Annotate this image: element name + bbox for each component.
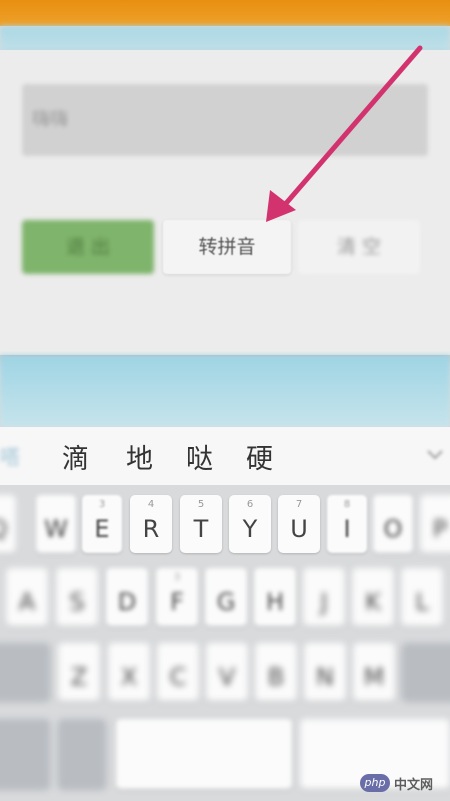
backspace-key[interactable] bbox=[402, 643, 450, 701]
candidate-bar: 嗒 滴 地 哒 硬 bbox=[0, 427, 450, 485]
key-y[interactable]: 6 Y bbox=[229, 495, 271, 553]
key-o[interactable]: O bbox=[373, 495, 413, 553]
key-h[interactable]: H bbox=[254, 568, 296, 626]
key-v[interactable]: V bbox=[206, 643, 248, 701]
exit-button[interactable]: 退 出 bbox=[22, 220, 154, 274]
key-f[interactable]: 3 F bbox=[156, 568, 198, 626]
key-g[interactable]: G bbox=[205, 568, 247, 626]
candidate-word-3[interactable]: 哒 bbox=[186, 437, 213, 476]
key-z[interactable]: Z bbox=[58, 643, 100, 701]
convert-pinyin-button[interactable]: 转拼音 bbox=[163, 220, 291, 274]
space-key[interactable] bbox=[116, 719, 292, 789]
key-a[interactable]: A bbox=[6, 568, 48, 626]
key-q[interactable]: Q bbox=[0, 495, 16, 553]
key-p[interactable]: P bbox=[420, 495, 450, 553]
candidate-word-2[interactable]: 地 bbox=[126, 437, 153, 476]
candidate-word-1[interactable]: 滴 bbox=[62, 437, 89, 476]
key-l[interactable]: L bbox=[401, 568, 443, 626]
key-m[interactable]: M bbox=[353, 643, 395, 701]
background-band bbox=[0, 355, 450, 427]
globe-key[interactable] bbox=[58, 719, 106, 789]
top-bar bbox=[0, 0, 450, 26]
key-b[interactable]: B bbox=[255, 643, 297, 701]
text-input-field[interactable]: 嗨嗨 bbox=[22, 84, 428, 156]
key-k[interactable]: K bbox=[352, 568, 394, 626]
key-r[interactable]: 4 R bbox=[130, 495, 172, 553]
candidate-word-4[interactable]: 硬 bbox=[246, 437, 273, 476]
key-s[interactable]: S bbox=[56, 568, 98, 626]
shift-key[interactable] bbox=[0, 643, 50, 701]
key-e[interactable]: 3 E bbox=[82, 495, 122, 553]
watermark-text: 中文网 bbox=[394, 778, 434, 793]
key-x[interactable]: X bbox=[108, 643, 150, 701]
key-d[interactable]: D bbox=[106, 568, 148, 626]
clear-button[interactable]: 清 空 bbox=[298, 220, 420, 274]
keyboard: Q W 3 E 4 R 5 T 6 Y 7 U 8 I O P A S bbox=[0, 485, 450, 801]
watermark-badge: php bbox=[360, 774, 390, 792]
key-c[interactable]: C bbox=[157, 643, 199, 701]
candidate-cut-left[interactable]: 嗒 bbox=[0, 441, 20, 469]
key-j[interactable]: J bbox=[303, 568, 345, 626]
symbols-key[interactable] bbox=[0, 719, 50, 789]
key-n[interactable]: N bbox=[304, 643, 346, 701]
key-i[interactable]: 8 I bbox=[327, 495, 367, 553]
chevron-down-icon[interactable] bbox=[424, 443, 446, 465]
key-t[interactable]: 5 T bbox=[180, 495, 222, 553]
key-w[interactable]: W bbox=[36, 495, 76, 553]
key-u[interactable]: 7 U bbox=[278, 495, 320, 553]
watermark: php 中文网 bbox=[360, 770, 448, 798]
